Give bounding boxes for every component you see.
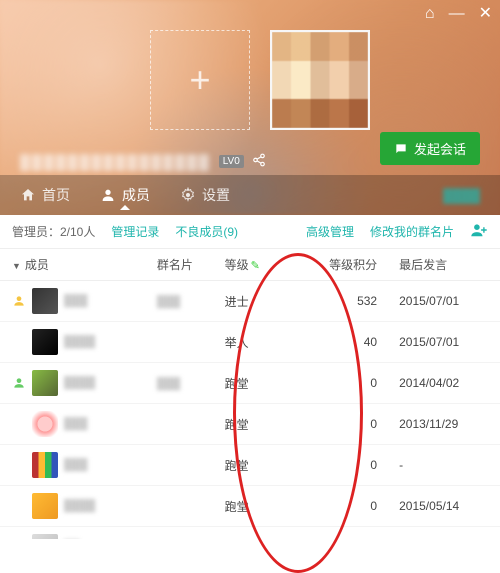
group-title-row: ████████████████ LV0 [20, 153, 266, 170]
member-level: 进士 [221, 281, 288, 322]
avatar [32, 329, 58, 355]
member-level: 跑堂 [221, 527, 288, 540]
avatar [32, 534, 58, 539]
member-last: 2015/07/01 [395, 281, 500, 322]
col-level[interactable]: 等级✎ [221, 249, 288, 281]
members-icon [100, 187, 116, 203]
link-edit-mycard[interactable]: 修改我的群名片 [370, 223, 454, 240]
member-card: ███ [157, 378, 180, 390]
header-images-row: + [150, 30, 370, 130]
nav-home-label: 首页 [42, 185, 70, 205]
avatar [32, 493, 58, 519]
level-badge: LV0 [219, 155, 244, 168]
member-name: ███ [64, 418, 87, 430]
group-avatar[interactable] [270, 30, 370, 130]
avatar-pixellated [272, 32, 368, 128]
avatar [32, 411, 58, 437]
avatar [32, 288, 58, 314]
table-row[interactable]: ███████跑堂02014/04/02 [0, 363, 500, 404]
nav-members[interactable]: 成员 [100, 185, 150, 205]
member-last: 2014/04/02 [395, 363, 500, 404]
nav-members-label: 成员 [122, 185, 150, 205]
group-header: ⌂ — ✕ + ████████████████ LV0 发起会话 首页 成员 [0, 0, 500, 215]
action-bar: 管理员：2/10人 管理记录 不良成员(9) 高级管理 修改我的群名片 [0, 215, 500, 249]
role-badge-icon [12, 294, 26, 308]
nav-settings[interactable]: 设置 [180, 185, 230, 205]
table-row[interactable]: ███ 跑堂02013/11/29 [0, 404, 500, 445]
member-level: 跑堂 [221, 363, 288, 404]
member-level: 举人 [221, 322, 288, 363]
member-name: ███ [64, 459, 87, 471]
table-row[interactable]: ████ 跑堂02015/05/14 [0, 486, 500, 527]
role-badge-icon [12, 417, 26, 431]
col-last[interactable]: 最后发言 [395, 249, 500, 281]
table-row[interactable]: ███ 跑堂0- [0, 445, 500, 486]
member-last: 2013/11/29 [395, 404, 500, 445]
member-level: 跑堂 [221, 404, 288, 445]
window-controls: ⌂ — ✕ [425, 6, 492, 22]
member-card: ███ [157, 296, 180, 308]
gear-icon [180, 187, 196, 203]
link-bad-members[interactable]: 不良成员(9) [175, 223, 238, 240]
member-name: ████ [64, 336, 95, 348]
nav-home[interactable]: 首页 [20, 185, 70, 205]
table-row[interactable]: ███ ███ 进士5322015/07/01 [0, 281, 500, 322]
member-points: 0 [287, 445, 395, 486]
plus-icon: + [189, 59, 210, 101]
share-icon[interactable] [252, 153, 266, 170]
col-points[interactable]: 等级积分 [287, 249, 395, 281]
edit-level-icon[interactable]: ✎ [251, 260, 260, 272]
role-badge-icon [12, 499, 26, 513]
role-badge-icon [12, 376, 26, 390]
avatar [32, 452, 58, 478]
member-points: 0 [287, 363, 395, 404]
member-last: - [395, 527, 500, 540]
table-row[interactable]: ██跑堂0- [0, 527, 500, 540]
minimize-icon[interactable]: — [449, 6, 465, 22]
link-adv-mgmt[interactable]: 高级管理 [306, 223, 354, 240]
member-points: 532 [287, 281, 395, 322]
close-icon[interactable]: ✕ [479, 6, 492, 22]
member-name: ████ [64, 377, 95, 389]
nav-right-link[interactable]: ████ [443, 188, 480, 203]
role-badge-icon [12, 458, 26, 472]
home-icon [20, 187, 36, 203]
member-points: 0 [287, 404, 395, 445]
add-member-icon[interactable] [470, 221, 488, 242]
member-name: ███ [64, 295, 87, 307]
nav-bar: 首页 成员 设置 ████ [0, 175, 500, 215]
col-card[interactable]: 群名片 [153, 249, 221, 281]
nav-settings-label: 设置 [202, 185, 230, 205]
member-points: 0 [287, 486, 395, 527]
sort-icon: ▼ [12, 261, 21, 271]
avatar [32, 370, 58, 396]
member-points: 40 [287, 322, 395, 363]
pin-icon[interactable]: ⌂ [425, 6, 435, 22]
start-chat-label: 发起会话 [414, 139, 466, 158]
admin-count: 管理员：2/10人 [12, 223, 95, 240]
members-table-wrap[interactable]: ▼成员 群名片 等级✎ 等级积分 最后发言 ███ ███ 进士5322015/07… [0, 249, 500, 539]
member-last: - [395, 445, 500, 486]
link-mgmt-log[interactable]: 管理记录 [111, 223, 159, 240]
member-level: 跑堂 [221, 445, 288, 486]
member-level: 跑堂 [221, 486, 288, 527]
member-last: 2015/05/14 [395, 486, 500, 527]
group-name: ████████████████ [20, 154, 211, 170]
members-table: ▼成员 群名片 等级✎ 等级积分 最后发言 ███ ███ 进士5322015/07… [0, 249, 500, 539]
start-chat-button[interactable]: 发起会话 [380, 132, 480, 165]
table-row[interactable]: ████ 举人402015/07/01 [0, 322, 500, 363]
role-badge-icon [12, 335, 26, 349]
chat-icon [394, 142, 408, 156]
member-points: 0 [287, 527, 395, 540]
upload-image-box[interactable]: + [150, 30, 250, 130]
col-member[interactable]: ▼成员 [0, 249, 153, 281]
member-last: 2015/07/01 [395, 322, 500, 363]
member-name: ████ [64, 500, 95, 512]
